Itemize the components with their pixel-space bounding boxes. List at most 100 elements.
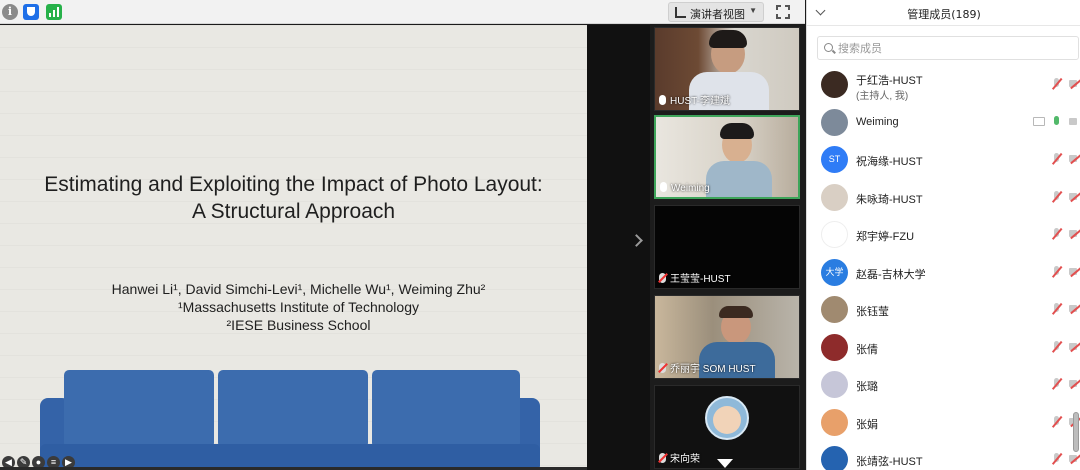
shared-screen[interactable]: Estimating and Exploiting the Impact of … <box>0 25 587 470</box>
microphone-muted-icon[interactable] <box>1051 228 1063 240</box>
camera-off-icon[interactable] <box>1069 153 1080 165</box>
member-search[interactable] <box>817 36 1079 60</box>
signal-icon[interactable] <box>46 4 62 20</box>
camera-off-icon[interactable] <box>1069 266 1080 278</box>
participant-name: 张钰莹 <box>856 306 889 318</box>
video-name: HUST-李建斌 <box>670 96 730 107</box>
participant-row[interactable]: 张娟 <box>807 404 1080 441</box>
participant-row[interactable]: 张钰莹 <box>807 291 1080 328</box>
view-mode-label: 演讲者视图 <box>690 8 745 21</box>
video-tile[interactable]: HUST-李建斌 <box>654 27 800 111</box>
microphone-muted-icon[interactable] <box>1051 415 1063 428</box>
video-tile[interactable]: 王莹莹-HUST <box>654 205 800 289</box>
participant-row[interactable]: 郑宇婷-FZU <box>807 216 1080 253</box>
participant-row[interactable]: 于红浩-HUST (主持人, 我) <box>807 66 1080 103</box>
search-input[interactable] <box>838 40 1068 56</box>
participant-row[interactable]: 朱咏琦-HUST <box>807 179 1080 216</box>
panel-title: 管理成员(189) <box>907 8 981 21</box>
top-toolbar: i 演讲者视图 ▼ <box>0 0 805 24</box>
chevron-down-icon: ▼ <box>749 6 757 15</box>
participant-name: 张璐 <box>856 381 878 393</box>
info-icon[interactable]: i <box>2 4 18 20</box>
microphone-muted-icon[interactable] <box>1051 265 1063 278</box>
camera-off-icon[interactable] <box>1069 228 1080 240</box>
video-name: 王莹莹-HUST <box>670 274 731 285</box>
microphone-muted-icon <box>659 363 666 373</box>
microphone-muted-icon[interactable] <box>1051 340 1063 353</box>
shield-icon[interactable] <box>23 4 39 20</box>
microphone-muted-icon <box>659 453 666 463</box>
scrollbar[interactable] <box>1073 412 1079 452</box>
microphone-muted-icon[interactable] <box>1051 190 1063 203</box>
participant-row[interactable]: 大学 赵磊-吉林大学 <box>807 254 1080 291</box>
avatar <box>821 333 848 361</box>
avatar: ST <box>821 146 848 173</box>
camera-off-icon[interactable] <box>1069 378 1080 390</box>
avatar <box>821 183 848 211</box>
microphone-muted-icon <box>659 273 666 283</box>
video-tile[interactable]: 乔丽宇 SOM HUST <box>654 295 800 379</box>
participant-role: (主持人, 我) <box>856 91 909 102</box>
avatar <box>821 371 848 398</box>
microphone-icon <box>659 95 666 105</box>
meeting-window: i 演讲者视图 ▼ Estimating and Exploiting the … <box>0 0 1080 470</box>
slide-title: Estimating and Exploiting the Impact of … <box>0 171 587 225</box>
video-name: 乔丽宇 SOM HUST <box>670 364 756 375</box>
camera-off-icon[interactable] <box>1069 341 1080 353</box>
camera-off-icon[interactable] <box>1069 453 1080 465</box>
camera-off-icon[interactable] <box>1069 303 1080 315</box>
participant-row[interactable]: 张璐 <box>807 366 1080 403</box>
participant-name: 张倩 <box>856 343 878 356</box>
video-tile-active[interactable]: Weiming <box>654 115 800 199</box>
slide-title-line2: A Structural Approach <box>191 200 396 223</box>
avatar: 大学 <box>821 258 848 286</box>
slide-authors: Hanwei Li¹, David Simchi-Levi¹, Michelle… <box>0 280 587 334</box>
avatar <box>821 221 848 248</box>
slide-tools: ◀ ✎ ● ≡ ▶ <box>2 452 77 469</box>
avatar <box>821 446 848 470</box>
panel-header: 管理成员(189) <box>807 0 1080 26</box>
avatar <box>821 71 848 98</box>
layout-icon <box>675 7 686 18</box>
microphone-muted-icon[interactable] <box>1051 303 1063 315</box>
screen-share-icon[interactable] <box>1033 116 1045 128</box>
avatar <box>821 108 848 136</box>
camera-off-icon[interactable] <box>1069 78 1080 90</box>
participant-name: 祝海缘-HUST <box>856 156 923 168</box>
microphone-muted-icon[interactable] <box>1051 78 1063 90</box>
search-icon <box>824 43 833 52</box>
microphone-muted-icon[interactable] <box>1051 453 1063 465</box>
affiliation-2: ²IESE Business School <box>226 317 371 333</box>
participant-name: 张娟 <box>856 418 878 431</box>
camera-off-icon[interactable] <box>1069 191 1080 203</box>
avatar <box>821 408 848 436</box>
participant-panel: 管理成员(189) 于红浩-HUST (主持人, 我) Weiming ST 祝海缘-H… <box>806 0 1080 470</box>
video-name: Weiming <box>671 183 710 194</box>
scroll-down-icon[interactable] <box>717 459 733 468</box>
participant-row[interactable]: 张靖弦-HUST <box>807 441 1080 470</box>
video-name: 宋向荣 <box>670 454 700 465</box>
author-list: Hanwei Li¹, David Simchi-Levi¹, Michelle… <box>111 281 486 297</box>
view-mode-button[interactable]: 演讲者视图 ▼ <box>668 2 764 22</box>
microphone-icon[interactable] <box>1051 115 1063 128</box>
participant-row[interactable]: Weiming <box>807 104 1080 141</box>
participant-name: 郑宇婷-FZU <box>856 231 915 243</box>
participant-name: 赵磊-吉林大学 <box>856 268 926 281</box>
participant-name: 朱咏琦-HUST <box>856 193 923 206</box>
participant-name: Weiming <box>856 115 899 128</box>
video-gallery: HUST-李建斌 Weiming 王莹莹-HUST 乔丽宇 SOM HUST 宋… <box>650 25 806 470</box>
fullscreen-icon[interactable] <box>776 5 790 19</box>
sofa-image <box>40 370 540 470</box>
camera-icon[interactable] <box>1069 116 1080 128</box>
video-tile[interactable]: 宋向荣 <box>654 385 800 469</box>
microphone-muted-icon[interactable] <box>1051 153 1063 165</box>
microphone-muted-icon[interactable] <box>1051 378 1063 390</box>
participant-name: 张靖弦-HUST <box>856 456 923 468</box>
participant-row[interactable]: ST 祝海缘-HUST <box>807 141 1080 178</box>
slide-title-line1: Estimating and Exploiting the Impact of … <box>44 173 543 196</box>
avatar <box>821 296 848 323</box>
participant-row[interactable]: 张倩 <box>807 329 1080 366</box>
participant-name: 于红浩-HUST <box>856 75 923 87</box>
affiliation-1: ¹Massachusetts Institute of Technology <box>178 299 419 315</box>
microphone-icon <box>660 182 667 192</box>
